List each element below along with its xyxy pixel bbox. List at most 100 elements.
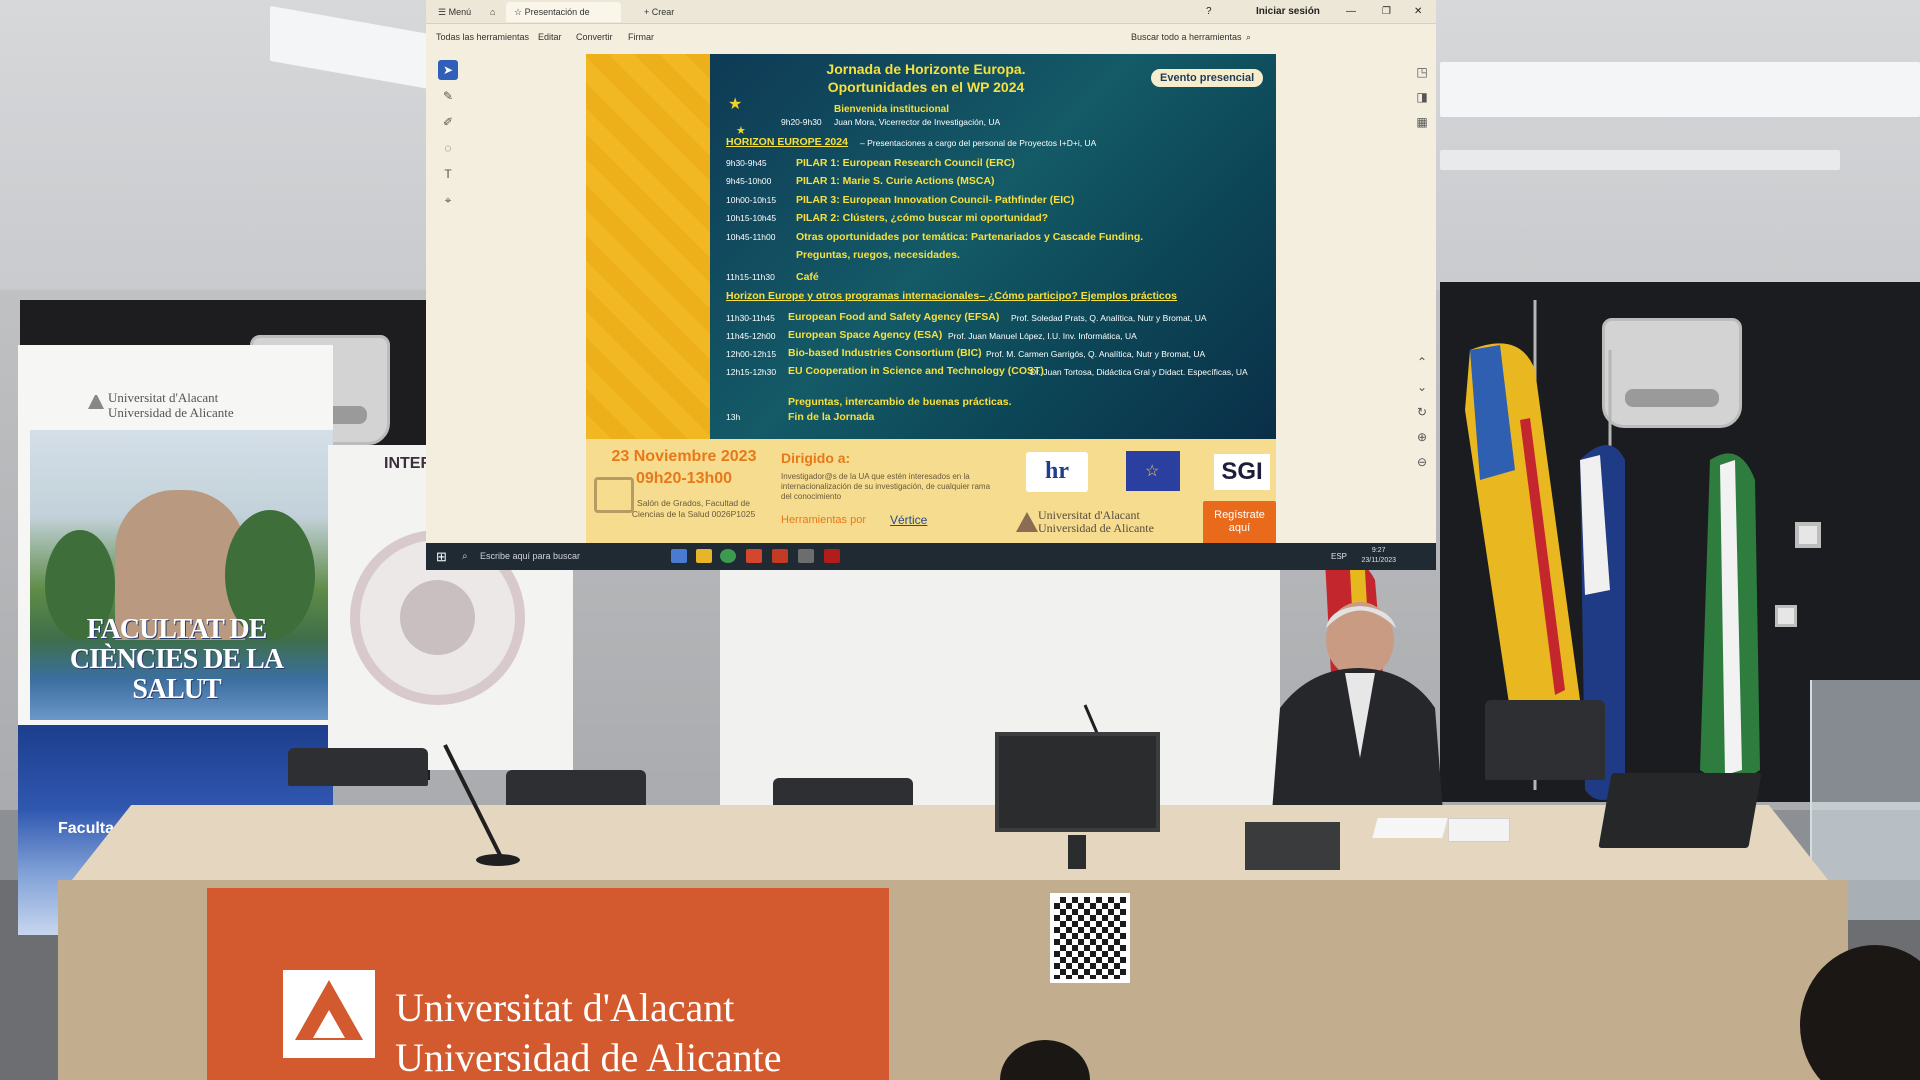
agenda-speaker: Prof. M. Carmen Garrigós, Q. Analítica, … — [986, 349, 1206, 359]
comment-icon[interactable]: ✎ — [438, 86, 458, 106]
chrome-icon[interactable] — [720, 549, 736, 563]
poster-yellow-panel — [586, 54, 710, 439]
qr-code — [1050, 893, 1130, 983]
desk-monitor — [995, 732, 1160, 832]
agenda-item: Bio-based Industries Consortium (BIC) — [788, 347, 982, 359]
right-tool-rail: ◳ ◨ ▦ — [1412, 60, 1432, 135]
audience-text: Investigador@s de la UA que estén intere… — [781, 472, 991, 501]
agenda-item: EU Cooperation in Science and Technology… — [788, 365, 1044, 377]
agenda-item: PILAR 3: European Innovation Council- Pa… — [796, 194, 1075, 206]
banner-title: INTER — [384, 455, 432, 472]
menu-edit[interactable]: Editar — [538, 32, 562, 42]
wall-socket — [1775, 605, 1797, 627]
menu-convert[interactable]: Convertir — [576, 32, 613, 42]
agenda-item: Café — [796, 271, 819, 283]
search-icon[interactable]: ⌕ — [1246, 32, 1251, 43]
agenda-speaker: Prof. Soledad Prats, Q. Analítica, Nutr … — [1011, 313, 1207, 323]
comment-panel-icon[interactable]: ◳ — [1412, 60, 1432, 85]
app-toolbar: Todas las herramientas Editar Convertir … — [426, 26, 1436, 50]
university-logo — [88, 393, 104, 409]
calendar-icon — [594, 477, 634, 513]
maximize-icon[interactable]: ❐ — [1382, 0, 1391, 24]
audience-title: Dirigido a: — [781, 450, 851, 466]
page-down-icon[interactable]: ⌄ — [1412, 375, 1432, 400]
close-window-icon[interactable]: ✕ — [1414, 0, 1422, 24]
university-logo-text: Universitat d'Alacant Universidad de Ali… — [1038, 508, 1154, 535]
laptop — [1598, 773, 1762, 848]
university-sign: Universitat d'Alacant Universidad de Ali… — [207, 888, 889, 1080]
poster-headline: Jornada de Horizonte Europa. Oportunidad… — [826, 61, 1026, 95]
eu-flag-logo — [1126, 451, 1180, 491]
banner-faculty-title: FACULTAT DE CIÈNCIES DE LA SALUT — [69, 614, 284, 705]
keyboard-language[interactable]: ESP — [1331, 543, 1347, 567]
banner-university-name: Universitat d'Alacant Universidad de Ali… — [108, 390, 234, 420]
text-icon[interactable]: T — [438, 164, 458, 184]
menu-all-tools[interactable]: Todas las herramientas — [436, 32, 529, 42]
app-icon[interactable] — [798, 549, 814, 563]
menu-sign[interactable]: Firmar — [628, 32, 654, 42]
help-icon[interactable]: ? — [1206, 0, 1212, 24]
welcome-time: 9h20-9h30 — [781, 117, 822, 127]
closing-line: Preguntas, intercambio de buenas práctic… — [788, 396, 1012, 408]
sign-text: Universitat d'Alacant Universidad de Ali… — [395, 985, 782, 1080]
zoom-in-icon[interactable]: ⊕ — [1412, 425, 1432, 450]
green-flag — [1700, 453, 1760, 780]
search-tools[interactable]: Buscar todo a herramientas — [1131, 32, 1242, 42]
section-horizon-2024: HORIZON EUROPE 2024 — [726, 136, 848, 148]
taskbar-clock[interactable]: 9:27 23/11/2023 — [1361, 546, 1396, 566]
monitor-stand — [1068, 835, 1086, 869]
welcome-title: Bienvenida institucional — [834, 104, 950, 115]
app-icon[interactable] — [746, 549, 762, 563]
agenda-speaker: Prof. Juan Manuel López, I.U. Inv. Infor… — [948, 331, 1137, 341]
closing-time: 13h — [726, 412, 741, 422]
search-icon: ⌕ — [462, 551, 468, 562]
register-button[interactable]: Regístrate aquí — [1203, 501, 1276, 544]
tab-create[interactable]: + Crear — [636, 2, 682, 22]
agenda-item: PILAR 1: European Research Council (ERC) — [796, 157, 1015, 169]
acrobat-icon[interactable] — [824, 549, 840, 563]
stamp-icon[interactable]: ⌖ — [438, 190, 458, 210]
agenda-speaker: Dr. Juan Tortosa, Didáctica Gral y Didac… — [1030, 367, 1248, 377]
home-icon[interactable]: ⌂ — [482, 2, 503, 22]
file-explorer-icon[interactable] — [671, 549, 687, 563]
evento-badge: Evento presencial — [1151, 69, 1264, 87]
event-place: Salón de Grados, Facultad de Ciencias de… — [631, 498, 756, 519]
rotate-icon[interactable]: ↻ — [1412, 400, 1432, 425]
agenda-time: 10h15-10h45 — [726, 213, 777, 223]
left-tool-rail: ➤ ✎ ✐ ◌ T ⌖ — [434, 60, 464, 216]
projected-screen: ☰ Menú ⌂ ☆ Presentación de Pow... ✕ + Cr… — [426, 0, 1436, 570]
taskbar-search[interactable]: ⌕ Escribe aquí para buscar — [456, 547, 656, 566]
event-poster: ★ ★ Jornada de Horizonte Europa. Oportun… — [586, 54, 1276, 544]
poster-blue-panel — [710, 54, 1276, 439]
sign-in-button[interactable]: Iniciar sesión — [1256, 0, 1320, 24]
page-up-icon[interactable]: ⌃ — [1412, 350, 1432, 375]
grid-icon[interactable]: ▦ — [1412, 110, 1432, 135]
zoom-tool-rail: ⌃ ⌄ ↻ ⊕ ⊖ — [1412, 350, 1432, 475]
closing-end: Fin de la Jornada — [788, 411, 875, 423]
nameplate — [1448, 818, 1510, 842]
select-icon[interactable]: ➤ — [438, 60, 458, 80]
section-horizon-2024-sub: – Presentaciones a cargo del personal de… — [860, 138, 1097, 148]
hr-excellence-logo: hr — [1026, 452, 1088, 492]
agenda-item: Preguntas, ruegos, necesidades. — [796, 249, 960, 261]
wall-socket — [1795, 522, 1821, 548]
pen-icon[interactable]: ✐ — [438, 112, 458, 132]
bookmark-icon[interactable]: ◨ — [1412, 85, 1432, 110]
agenda-time: 11h30-11h45 — [726, 313, 775, 323]
section-international: Horizon Europe y otros programas interna… — [726, 290, 1178, 302]
tools-by-label: Herramientas por — [781, 514, 866, 526]
tab-presentation[interactable]: ☆ Presentación de Pow... ✕ — [506, 2, 621, 37]
folder-icon[interactable] — [696, 549, 712, 563]
vertice-link[interactable]: Vértice — [890, 513, 927, 527]
minimize-icon[interactable]: — — [1346, 0, 1356, 24]
app-titlebar: ☰ Menú ⌂ ☆ Presentación de Pow... ✕ + Cr… — [426, 0, 1436, 37]
tab-menu[interactable]: ☰ Menú — [430, 2, 479, 22]
desk-device — [1245, 822, 1340, 870]
agenda-time: 9h30-9h45 — [726, 158, 767, 168]
zoom-out-icon[interactable]: ⊖ — [1412, 450, 1432, 475]
powerpoint-icon[interactable] — [772, 549, 788, 563]
lasso-icon[interactable]: ◌ — [438, 138, 458, 158]
chair — [288, 748, 428, 786]
windows-start-icon[interactable]: ⊞ — [436, 549, 447, 565]
microphone — [443, 744, 520, 866]
